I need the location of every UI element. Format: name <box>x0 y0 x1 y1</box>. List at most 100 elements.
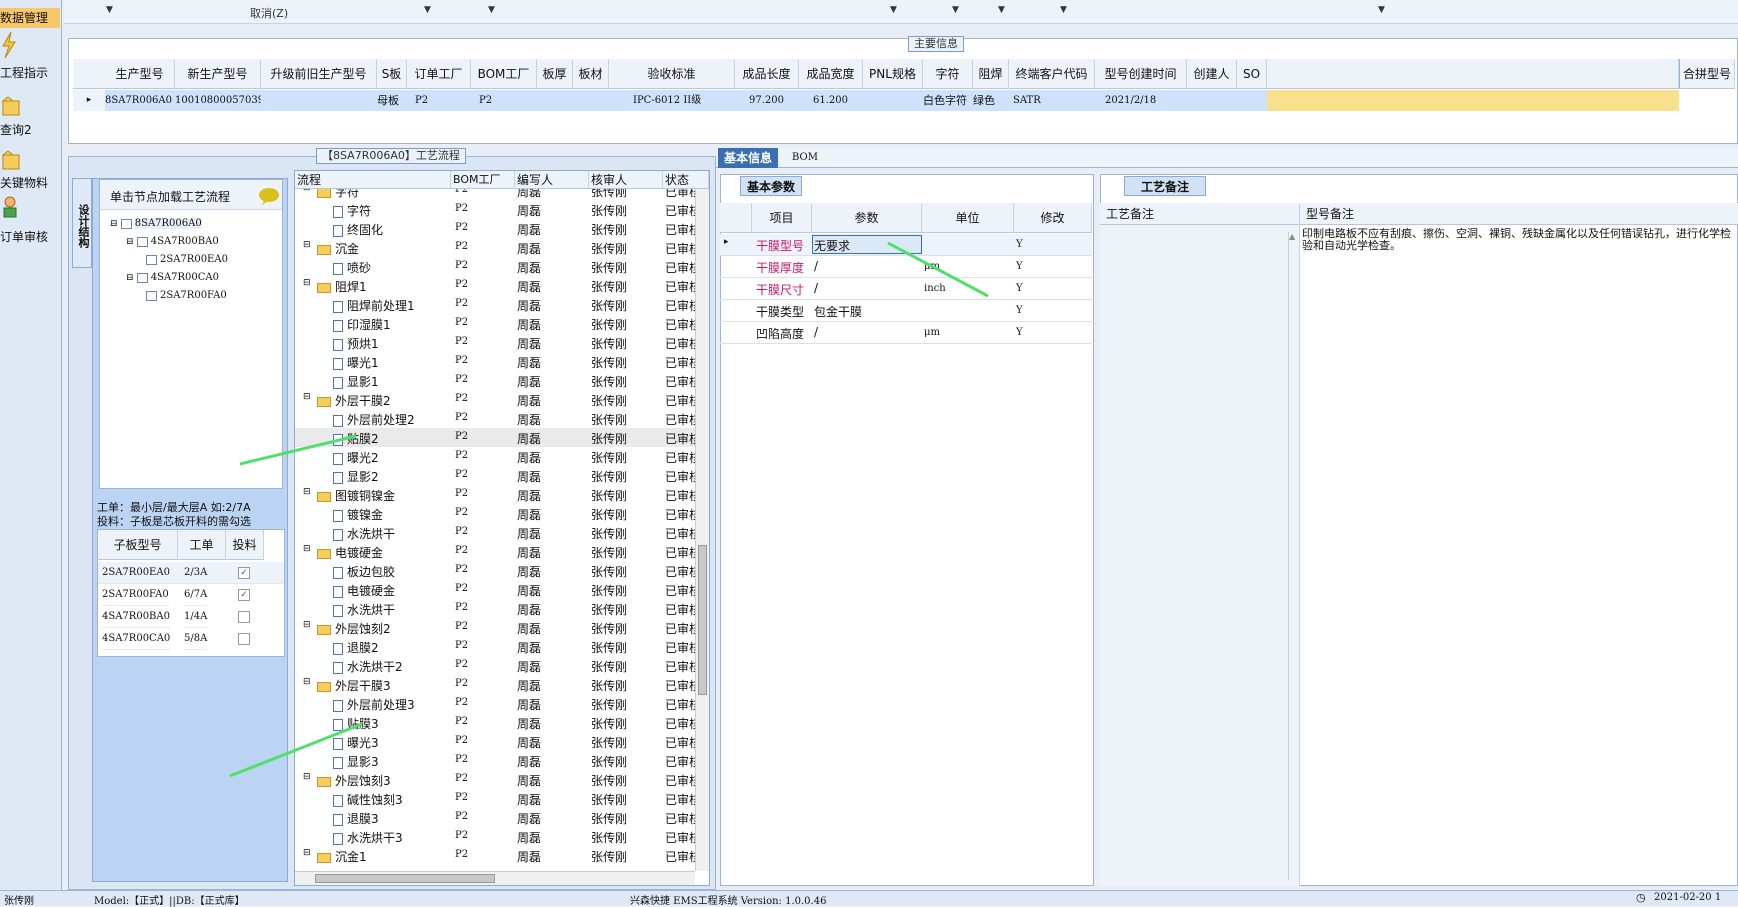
tree-node-root[interactable]: ⊟ 8SA7R006A0 <box>110 218 202 229</box>
sidebar-item-key-materials[interactable]: 关键物料 <box>0 174 60 192</box>
column-header[interactable]: 子板型号 <box>98 530 178 560</box>
flow-row[interactable]: 阻焊前处理1 P2 周磊 张传刚 已审核 <box>295 295 695 314</box>
expand-toggle-icon[interactable]: ⊟ <box>303 240 311 250</box>
flow-row[interactable]: 外层前处理3 P2 周磊 张传刚 已审核 <box>295 694 695 713</box>
expand-toggle-icon[interactable]: ⊟ <box>303 392 311 402</box>
column-header[interactable]: 生产型号 <box>105 59 175 89</box>
column-header-combined[interactable]: 合拼型号 <box>1679 59 1735 89</box>
flow-row[interactable]: 水洗烘干3 P2 周磊 张传刚 已审核 <box>295 827 695 846</box>
flow-row[interactable]: 显影3 P2 周磊 张传刚 已审核 <box>295 751 695 770</box>
column-header[interactable]: 投料 <box>226 530 264 560</box>
column-header[interactable]: 修改 <box>1014 203 1092 233</box>
feed-checkbox[interactable]: ✓ <box>238 589 250 601</box>
table-cell[interactable] <box>261 90 377 111</box>
expand-toggle-icon[interactable]: ⊟ <box>303 620 311 630</box>
column-header[interactable]: 创建人 <box>1187 59 1237 89</box>
table-cell[interactable] <box>1187 90 1237 111</box>
flow-row[interactable]: 外层蚀刻3 ⊟ P2 周磊 张传刚 已审核 <box>295 770 695 789</box>
expand-toggle-icon[interactable]: ⊟ <box>303 772 311 782</box>
param-row[interactable]: 干膜厚度 / μm Y <box>720 256 1092 278</box>
column-header[interactable]: SO <box>1237 59 1267 89</box>
column-header[interactable]: 型号备注 <box>1300 203 1738 225</box>
flow-row[interactable]: 终固化 P2 周磊 张传刚 已审核 <box>295 219 695 238</box>
flow-row[interactable]: 曝光2 P2 周磊 张传刚 已审核 <box>295 447 695 466</box>
column-header[interactable]: 订单工厂 <box>407 59 471 89</box>
flow-row[interactable]: 贴膜3 P2 周磊 张传刚 已审核 <box>295 713 695 732</box>
tab-process-notes[interactable]: 工艺备注 <box>1124 176 1206 196</box>
flow-row[interactable]: 外层蚀刻2 ⊟ P2 周磊 张传刚 已审核 <box>295 618 695 637</box>
table-cell[interactable]: SATR <box>1009 90 1095 111</box>
column-header[interactable]: 字符 <box>923 59 973 89</box>
tab-bom[interactable]: BOM <box>786 148 824 168</box>
scrollbar-thumb[interactable] <box>698 545 707 695</box>
expand-toggle-icon[interactable]: ⊟ <box>303 487 311 497</box>
feed-checkbox[interactable] <box>238 633 250 645</box>
param-row[interactable]: 干膜类型 包金干膜 Y <box>720 300 1092 322</box>
flow-row[interactable]: 曝光3 P2 周磊 张传刚 已审核 <box>295 732 695 751</box>
chevron-down-icon[interactable]: ▼ <box>106 5 113 15</box>
tab-basic-params[interactable]: 基本参数 <box>740 176 803 196</box>
flow-row[interactable]: 印湿膜1 P2 周磊 张传刚 已审核 <box>295 314 695 333</box>
table-cell[interactable]: 8SA7R006A0 <box>105 90 175 111</box>
tree-node[interactable]: 2SA7R00FA0 <box>146 290 227 301</box>
expand-toggle-icon[interactable]: ⊟ <box>303 278 311 288</box>
table-cell[interactable]: 2021/2/18 <box>1095 90 1187 111</box>
table-cell[interactable]: 绿色 <box>973 90 1009 111</box>
flow-row[interactable]: 水洗烘干2 P2 周磊 张传刚 已审核 <box>295 656 695 675</box>
flow-row[interactable]: 电镀硬金 P2 周磊 张传刚 已审核 <box>295 580 695 599</box>
sidebar-item-engineering[interactable]: 工程指示 <box>0 64 60 82</box>
column-header[interactable]: 参数 <box>812 203 922 233</box>
flow-row[interactable]: 预烘1 P2 周磊 张传刚 已审核 <box>295 333 695 352</box>
flow-row[interactable]: 曝光1 P2 周磊 张传刚 已审核 <box>295 352 695 371</box>
column-header[interactable]: 编写人 <box>515 171 589 189</box>
column-header[interactable]: 工单 <box>178 530 226 560</box>
feed-checkbox[interactable]: ✓ <box>238 567 250 579</box>
column-header[interactable]: 阻焊 <box>973 59 1009 89</box>
column-header[interactable]: BOM工厂 <box>471 59 537 89</box>
chevron-down-icon[interactable]: ▼ <box>890 5 897 15</box>
flow-row[interactable]: 退膜3 P2 周磊 张传刚 已审核 <box>295 808 695 827</box>
param-row[interactable]: 凹陷高度 / μm Y <box>720 322 1092 344</box>
horizontal-scrollbar[interactable] <box>295 871 695 885</box>
chevron-down-icon[interactable]: ▼ <box>1378 5 1385 15</box>
sidebar-item-data-management[interactable]: 数据管理 <box>0 8 60 28</box>
column-header[interactable]: 成品长度 <box>735 59 799 89</box>
flow-row[interactable]: 电镀硬金 ⊟ P2 周磊 张传刚 已审核 <box>295 542 695 561</box>
expand-toggle-icon[interactable]: ⊟ <box>303 189 311 193</box>
flow-row[interactable]: 显影1 P2 周磊 张传刚 已审核 <box>295 371 695 390</box>
flow-row[interactable]: 外层干膜3 ⊟ P2 周磊 张传刚 已审核 <box>295 675 695 694</box>
table-cell[interactable]: 10010800057039 <box>175 90 261 111</box>
flow-row[interactable]: 外层前处理2 P2 周磊 张传刚 已审核 <box>295 409 695 428</box>
column-header[interactable]: PNL规格 <box>863 59 923 89</box>
column-header[interactable]: 状态 <box>663 171 709 189</box>
flow-row[interactable]: 阻焊1 ⊟ P2 周磊 张传刚 已审核 <box>295 276 695 295</box>
chevron-down-icon[interactable]: ▼ <box>488 5 495 15</box>
flow-row[interactable]: 水洗烘干 P2 周磊 张传刚 已审核 <box>295 599 695 618</box>
column-header[interactable]: 新生产型号 <box>175 59 261 89</box>
tree-node[interactable]: ⊟ 4SA7R00BA0 <box>126 236 219 247</box>
flow-row[interactable]: 字符 ⊟ P2 周磊 张传刚 已审核 <box>295 189 695 200</box>
column-header[interactable]: 升级前旧生产型号 <box>261 59 377 89</box>
process-note-cell[interactable] <box>1100 225 1300 886</box>
flow-row[interactable]: 字符 P2 周磊 张传刚 已审核 <box>295 200 695 219</box>
tree-node[interactable]: ⊟ 4SA7R00CA0 <box>126 272 219 283</box>
flow-row[interactable]: 镀镍金 P2 周磊 张传刚 已审核 <box>295 504 695 523</box>
note-scrollbar[interactable]: ▲ <box>1288 232 1298 880</box>
flow-row[interactable]: 碱性蚀刻3 P2 周磊 张传刚 已审核 <box>295 789 695 808</box>
column-header[interactable]: 成品宽度 <box>799 59 863 89</box>
cancel-button[interactable]: 取消(Z) <box>250 5 288 21</box>
column-header[interactable]: 项目 <box>752 203 812 233</box>
flow-row[interactable]: 贴膜2 P2 周磊 张传刚 已审核 <box>295 428 695 447</box>
column-header[interactable]: 流程 <box>295 171 451 189</box>
column-header[interactable]: 验收标准 <box>609 59 735 89</box>
model-note-text[interactable]: 印制电路板不应有刮痕、擦伤、空洞、裸铜、残缺金属化以及任何错误钻孔，进行化学检验… <box>1302 228 1738 256</box>
table-cell[interactable] <box>537 90 573 111</box>
column-header[interactable]: S板 <box>377 59 407 89</box>
flow-row[interactable]: 喷砂 P2 周磊 张传刚 已审核 <box>295 257 695 276</box>
feed-checkbox[interactable] <box>238 611 250 623</box>
table-cell[interactable]: 61.200 <box>799 90 863 111</box>
param-row[interactable]: ▸ 干膜型号 无要求 Y <box>720 234 1092 256</box>
column-header[interactable]: 核审人 <box>589 171 663 189</box>
expand-toggle-icon[interactable]: ⊟ <box>303 848 311 858</box>
chevron-down-icon[interactable]: ▼ <box>952 5 959 15</box>
